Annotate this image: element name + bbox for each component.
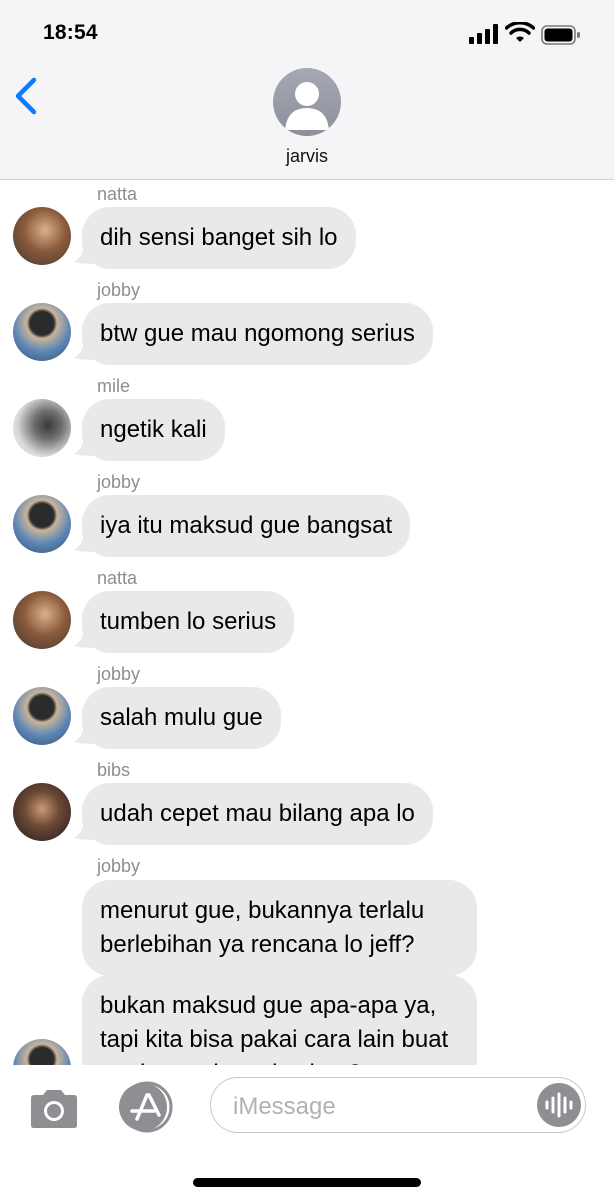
avatar[interactable] bbox=[13, 591, 71, 649]
message-bubble[interactable]: salah mulu gue bbox=[82, 687, 281, 749]
wifi-icon bbox=[505, 22, 535, 42]
person-silhouette-icon bbox=[285, 82, 329, 130]
message-bubble[interactable]: bukan maksud gue apa-apa ya, tapi kita b… bbox=[82, 975, 477, 1065]
avatar[interactable] bbox=[13, 1039, 71, 1065]
home-indicator bbox=[193, 1178, 421, 1187]
message-bubble[interactable]: menurut gue, bukannya terlalu berlebihan… bbox=[82, 880, 477, 976]
sender-name: jobby bbox=[97, 856, 141, 876]
waveform-icon bbox=[545, 1092, 573, 1118]
message-bubble[interactable]: dih sensi banget sih lo bbox=[82, 207, 356, 269]
message-bubble[interactable]: udah cepet mau bilang apa lo bbox=[82, 783, 433, 845]
contact-name: jarvis bbox=[285, 146, 328, 166]
sender-name: mile bbox=[97, 376, 131, 396]
sender-name: natta bbox=[97, 184, 138, 204]
contact-avatar[interactable] bbox=[273, 68, 341, 136]
avatar[interactable] bbox=[13, 303, 71, 361]
message-thread[interactable]: natta dih sensi banget sih lo jobby btw … bbox=[0, 180, 614, 1065]
back-chevron-icon[interactable] bbox=[12, 76, 42, 116]
message-bubble[interactable]: ngetik kali bbox=[82, 399, 225, 461]
sender-name: jobby bbox=[97, 472, 141, 492]
message-input-placeholder: iMessage bbox=[233, 1093, 336, 1120]
avatar[interactable] bbox=[13, 399, 71, 457]
conversation-header: jarvis bbox=[0, 62, 614, 180]
sender-name: natta bbox=[97, 568, 138, 588]
status-time: 18:54 bbox=[43, 21, 98, 44]
cellular-signal-icon bbox=[469, 24, 498, 44]
message-input[interactable]: iMessage bbox=[210, 1077, 586, 1133]
avatar[interactable] bbox=[13, 207, 71, 265]
audio-message-button[interactable] bbox=[537, 1083, 581, 1127]
battery-icon bbox=[541, 25, 580, 45]
composer-bar: iMessage bbox=[0, 1065, 614, 1200]
app-store-icon[interactable] bbox=[115, 1081, 175, 1133]
sender-name: jobby bbox=[97, 280, 141, 300]
message-bubble[interactable]: iya itu maksud gue bangsat bbox=[82, 495, 411, 557]
camera-icon[interactable] bbox=[27, 1088, 81, 1130]
avatar[interactable] bbox=[13, 687, 71, 745]
avatar[interactable] bbox=[13, 495, 71, 553]
status-bar: 18:54 bbox=[0, 0, 614, 62]
message-bubble[interactable]: tumben lo serius bbox=[82, 591, 295, 653]
sender-name: jobby bbox=[97, 664, 141, 684]
sender-name: bibs bbox=[97, 760, 131, 780]
avatar[interactable] bbox=[13, 783, 71, 841]
message-bubble[interactable]: btw gue mau ngomong serius bbox=[82, 303, 433, 365]
